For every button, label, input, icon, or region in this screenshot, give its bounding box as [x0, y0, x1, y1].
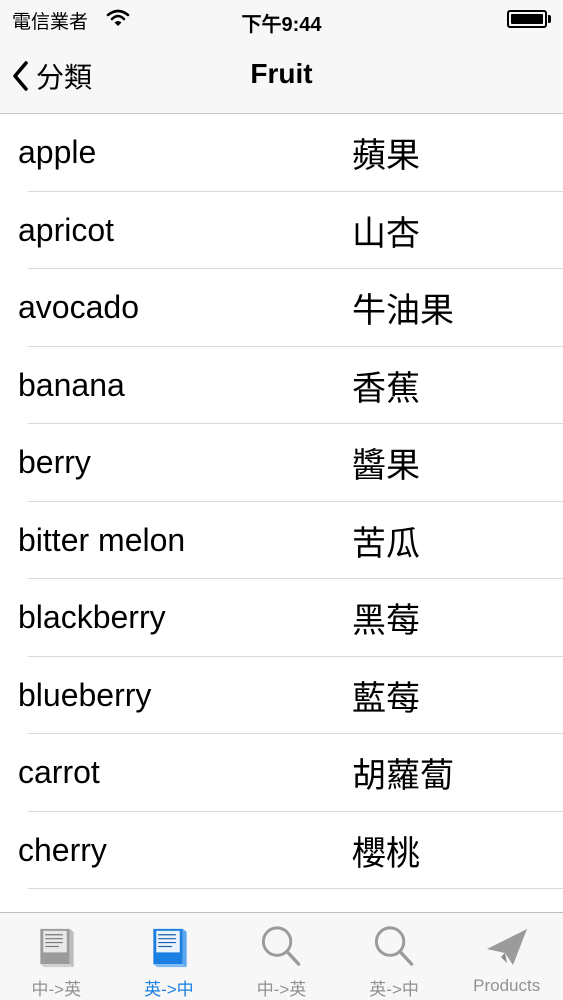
chinese-word: 苦瓜 — [352, 523, 420, 564]
tab-en-to-zh-search[interactable]: 英->中 — [338, 913, 451, 1000]
battery-icon — [507, 10, 551, 28]
tab-label: 中->英 — [256, 980, 307, 999]
search-icon — [374, 926, 414, 966]
table-row[interactable]: blackberry 黑莓 — [0, 579, 563, 657]
table-row[interactable]: banana 香蕉 — [0, 347, 563, 425]
tab-label: Products — [473, 976, 541, 995]
english-word: carrot — [18, 754, 100, 791]
tab-bar: 中->英 英->中 中->英 英->中 Products — [0, 912, 563, 1000]
book-icon — [40, 928, 74, 968]
english-word: cherry — [18, 831, 107, 868]
table-row[interactable]: apple 蘋果 — [0, 114, 563, 192]
status-time: 下午9:44 — [241, 14, 322, 36]
table-row[interactable]: berry 醬果 — [0, 424, 563, 502]
table-row[interactable]: cherry 櫻桃 — [0, 812, 563, 890]
chinese-word: 牛油果 — [352, 291, 454, 332]
tab-zh-to-en-search[interactable]: 中->英 — [225, 913, 338, 1000]
navigation-bar: 分類 Fruit — [0, 40, 563, 114]
chinese-word: 胡蘿蔔 — [352, 756, 454, 797]
tab-label: 英->中 — [144, 980, 194, 999]
status-bar: 電信業者 下午9:44 — [0, 0, 563, 40]
chinese-word: 黑莓 — [352, 601, 420, 642]
english-word: blueberry — [18, 676, 152, 713]
chinese-word: 藍莓 — [352, 678, 420, 719]
chinese-word: 醬果 — [352, 446, 420, 487]
tab-zh-to-en-dictionary[interactable]: 中->英 — [0, 913, 113, 1000]
chinese-word: 山杏 — [352, 213, 420, 254]
chinese-word: 櫻桃 — [352, 833, 420, 874]
tab-label: 中->英 — [31, 980, 82, 999]
table-row[interactable]: avocado 牛油果 — [0, 269, 563, 347]
table-row[interactable]: carrot 胡蘿蔔 — [0, 734, 563, 812]
english-word: bitter melon — [18, 521, 186, 558]
page-title: Fruit — [250, 58, 313, 89]
word-list: apple 蘋果 apricot 山杏 avocado 牛油果 banana 香… — [0, 114, 563, 912]
chinese-word: 蘋果 — [352, 136, 420, 177]
table-row[interactable]: apricot 山杏 — [0, 192, 563, 270]
english-word: berry — [18, 444, 91, 481]
table-row[interactable]: blueberry 藍莓 — [0, 657, 563, 735]
english-word: apricot — [18, 211, 115, 248]
search-icon — [262, 926, 301, 966]
english-word: blackberry — [18, 599, 166, 636]
english-word: banana — [18, 366, 125, 403]
table-row[interactable]: bitter melon 苦瓜 — [0, 502, 563, 580]
english-word: apple — [18, 134, 97, 171]
paper-plane-icon — [486, 929, 527, 965]
tab-products[interactable]: Products — [450, 913, 563, 1000]
english-word: avocado — [18, 289, 139, 326]
book-icon — [153, 928, 187, 968]
chinese-word: 香蕉 — [352, 368, 420, 409]
tab-en-to-zh-dictionary[interactable]: 英->中 — [113, 913, 226, 1000]
tab-label: 英->中 — [369, 980, 419, 999]
